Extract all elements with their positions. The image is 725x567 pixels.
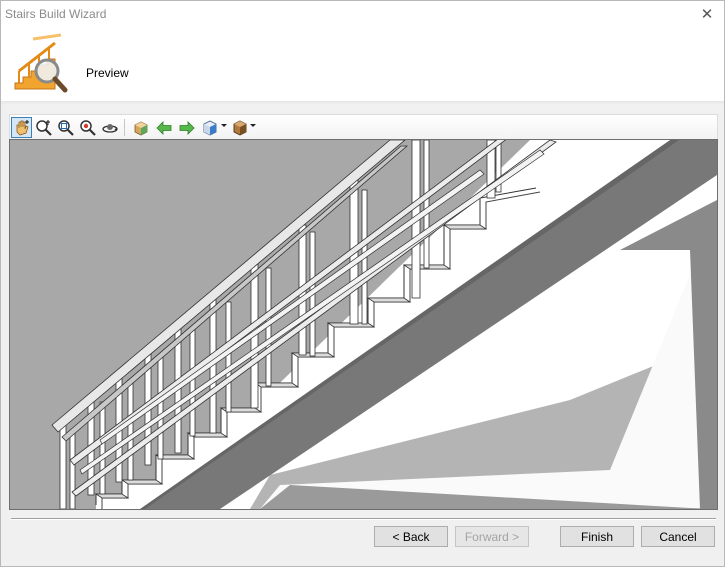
stairs-3d-preview	[10, 140, 717, 509]
toolbar-separator	[124, 119, 125, 136]
wizard-header: Preview	[1, 29, 724, 101]
viewer-toolbar	[9, 114, 718, 140]
forward-button[interactable]: Forward >	[455, 526, 529, 547]
close-icon[interactable]: ✕	[696, 4, 718, 24]
zoom-extents-icon[interactable]	[77, 117, 98, 138]
view-box-icon[interactable]	[130, 117, 151, 138]
pan-icon[interactable]	[11, 117, 32, 138]
view-cube-dropdown-icon[interactable]	[221, 124, 227, 127]
stairs-magnifier-icon	[14, 33, 68, 93]
window-title: Stairs Build Wizard	[5, 7, 107, 21]
page-heading: Preview	[86, 66, 129, 80]
wizard-window: Stairs Build Wizard ✕ Preview < Back For…	[0, 0, 725, 567]
cancel-button[interactable]: Cancel	[641, 526, 715, 547]
footer-divider-highlight	[11, 519, 716, 520]
header-divider	[1, 101, 724, 106]
view-cube-icon[interactable]	[199, 117, 220, 138]
back-button[interactable]: < Back	[374, 526, 448, 547]
render-style-icon[interactable]	[229, 117, 250, 138]
orbit-icon[interactable]	[99, 117, 120, 138]
zoom-window-icon[interactable]	[55, 117, 76, 138]
finish-button[interactable]: Finish	[560, 526, 634, 547]
arrow-right-icon[interactable]	[176, 117, 197, 138]
render-style-dropdown-icon[interactable]	[250, 124, 256, 127]
stairs-preview-viewport[interactable]	[9, 139, 718, 510]
arrow-left-icon[interactable]	[153, 117, 174, 138]
title-bar: Stairs Build Wizard ✕	[1, 1, 724, 29]
zoom-in-out-icon[interactable]	[33, 117, 54, 138]
